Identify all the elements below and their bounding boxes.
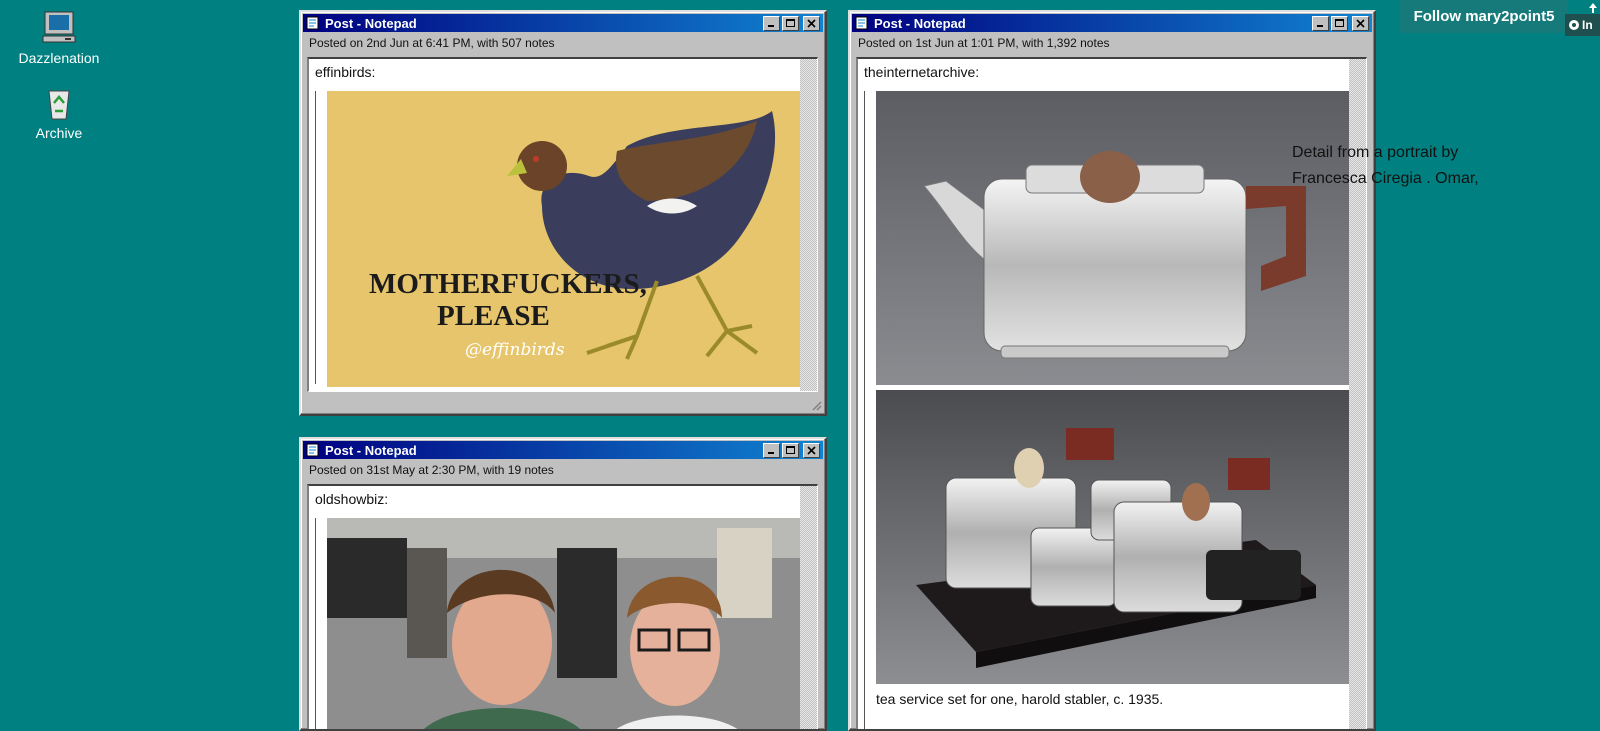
image-caption: tea service set for one, harold stabler,… [876, 691, 1164, 707]
notepad-icon [855, 16, 868, 30]
teapot-image[interactable] [876, 91, 1350, 385]
post-author[interactable]: oldshowbiz: [315, 491, 388, 507]
desktop-icon-label: Dazzlenation [18, 50, 100, 66]
minimize-button[interactable] [763, 15, 780, 31]
close-icon [807, 445, 816, 455]
window-title: Post - Notepad [874, 15, 966, 31]
close-button[interactable] [1352, 15, 1369, 31]
post-meta: Posted on 31st May at 2:30 PM, with 19 n… [309, 463, 554, 477]
desktop-icon-label: Archive [35, 125, 83, 141]
close-icon [807, 18, 816, 28]
tea-service-set-image[interactable] [876, 390, 1350, 684]
minimize-button[interactable] [763, 442, 780, 458]
blog-description: Detail from a portrait by Francesca Cire… [1292, 144, 1479, 187]
maximize-icon [786, 18, 795, 27]
image-caption-line-1: MOTHERFUCKERS, [369, 268, 647, 300]
post-window-theinternetarchive[interactable]: Post - Notepad Posted on 1st Jun at 1:01… [848, 10, 1376, 731]
maximize-button[interactable] [1331, 15, 1348, 31]
maximize-icon [786, 445, 795, 454]
computer-icon [42, 11, 76, 43]
maximize-button[interactable] [782, 15, 799, 31]
post-author[interactable]: effinbirds: [315, 64, 375, 80]
notepad-icon [306, 443, 319, 457]
video-still-image[interactable] [327, 518, 801, 731]
post-body: effinbirds: MOTHERFUCKERS, PLEASE @effin… [307, 57, 818, 392]
maximize-icon [1335, 18, 1344, 27]
close-icon [1356, 18, 1365, 28]
bird-image[interactable]: MOTHERFUCKERS, PLEASE @effinbirds [327, 91, 801, 387]
corner-label: In [1582, 18, 1593, 32]
quote-bar [315, 518, 316, 729]
post-author[interactable]: theinternetarchive: [864, 64, 979, 80]
minimize-icon [768, 451, 774, 454]
resize-grip-icon[interactable] [810, 399, 822, 411]
post-meta: Posted on 1st Jun at 1:01 PM, with 1,392… [858, 36, 1110, 50]
minimize-button[interactable] [1312, 15, 1329, 31]
title-bar[interactable]: Post - Notepad [303, 441, 823, 459]
follow-button[interactable]: Follow mary2point5 [1400, 0, 1568, 33]
post-body: oldshowbiz: [307, 484, 818, 731]
recycle-bin-icon [48, 90, 70, 120]
vertical-scrollbar[interactable] [800, 486, 817, 729]
desktop-icon-archive[interactable]: Archive [4, 85, 114, 141]
arrow-up-icon[interactable] [1588, 2, 1598, 14]
title-bar[interactable]: Post - Notepad [303, 14, 823, 32]
post-window-effinbirds[interactable]: Post - Notepad Posted on 2nd Jun at 6:41… [299, 10, 827, 416]
notepad-icon [306, 16, 319, 30]
post-window-oldshowbiz[interactable]: Post - Notepad Posted on 31st May at 2:3… [299, 437, 827, 731]
post-meta: Posted on 2nd Jun at 6:41 PM, with 507 n… [309, 36, 555, 50]
close-button[interactable] [803, 442, 820, 458]
close-button[interactable] [803, 15, 820, 31]
minimize-icon [1317, 24, 1323, 27]
window-title: Post - Notepad [325, 15, 417, 31]
quote-bar [864, 91, 865, 729]
maximize-button[interactable] [782, 442, 799, 458]
desktop-icon-dazzlenation[interactable]: Dazzlenation [4, 10, 114, 66]
corner-overlay[interactable]: In [1565, 14, 1600, 36]
window-title: Post - Notepad [325, 442, 417, 458]
minimize-icon [768, 24, 774, 27]
quote-bar [315, 91, 316, 384]
vertical-scrollbar[interactable] [800, 59, 817, 391]
image-caption-line-2: PLEASE [437, 300, 550, 332]
image-watermark: @effinbirds [465, 340, 565, 360]
post-body: theinternetarchive: tea service set for … [856, 57, 1367, 729]
circle-icon [1569, 20, 1579, 30]
title-bar[interactable]: Post - Notepad [852, 14, 1372, 32]
